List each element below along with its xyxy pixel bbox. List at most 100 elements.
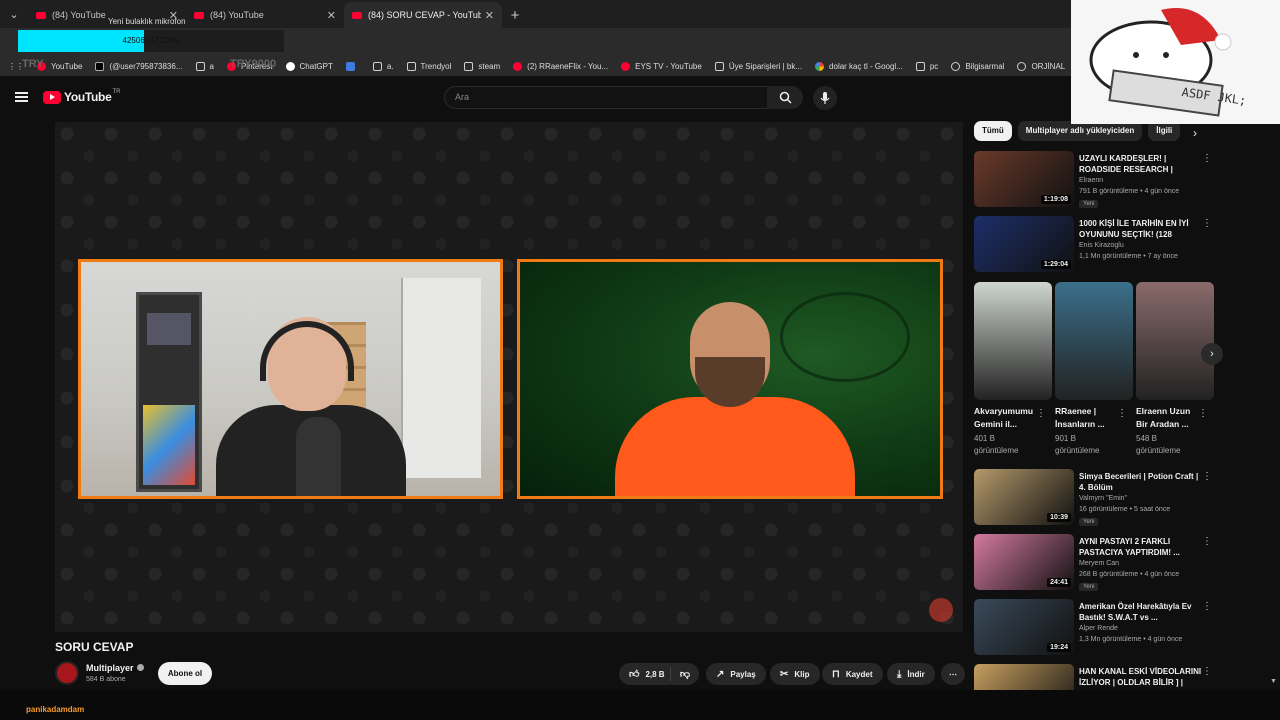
new-tab-button[interactable]: + [502, 2, 528, 28]
recommended-video[interactable]: 19:24 Amerikan Özel Harekâtıyla Ev Bastık… [974, 599, 1214, 657]
more-actions-button[interactable]: ⋯ [941, 663, 965, 685]
share-button[interactable]: ↗ Paylaş [706, 663, 766, 685]
short-item[interactable]: RRaenee | İnsanların ... 901 B görüntülem… [1055, 282, 1133, 457]
recommended-video[interactable]: 24:41 AYNI PASTAYI 2 FARKLI PASTACIYA YAP… [974, 534, 1214, 592]
more-vertical-icon[interactable]: ⋮ [1202, 666, 1212, 677]
filter-chip[interactable]: İlgili [1148, 121, 1181, 141]
bookmark-item[interactable]: a [195, 61, 214, 71]
youtube-icon [621, 61, 631, 71]
bookmark-item[interactable]: ORJİNAL [1017, 61, 1065, 71]
more-vertical-icon[interactable]: ⋮ [1202, 536, 1212, 547]
dislike-button[interactable]: 👎︎ [671, 668, 699, 680]
more-vertical-icon[interactable]: ⋮ [1202, 601, 1212, 612]
close-icon[interactable]: ✕ [485, 9, 494, 22]
video-meta: 791 B görüntüleme • 4 gün önce [1079, 188, 1180, 195]
youtube-icon [513, 61, 523, 71]
bookmark-item[interactable] [345, 61, 360, 71]
search-input[interactable]: Ara [444, 86, 768, 109]
channel-avatar[interactable] [55, 661, 79, 685]
channel-name[interactable]: Alper Rende [1079, 625, 1118, 632]
bookmark-label: (2) RRaeneFlix - You... [527, 61, 609, 71]
more-vertical-icon[interactable]: ⋮ [1198, 408, 1208, 419]
recommended-video[interactable]: 1:19:08 UZAYLI KARDEŞLER! | ROADSIDE RESE… [974, 151, 1214, 209]
bookmark-item[interactable]: a. [372, 61, 394, 71]
video-title[interactable]: AYNI PASTAYI 2 FARKLI PASTACIYA YAPTIRDI… [1079, 536, 1203, 558]
short-title[interactable]: RRaenee | İnsanların ... [1055, 405, 1119, 431]
overlay-currency-left: TRY [22, 58, 44, 70]
menu-icon[interactable] [15, 92, 28, 102]
subscribe-button[interactable]: Abone ol [158, 662, 212, 685]
save-button[interactable]: ⊓ Kaydet [822, 663, 883, 685]
shorts-next-button[interactable]: › [1201, 343, 1223, 365]
short-thumbnail[interactable] [974, 282, 1052, 400]
video-thumbnail[interactable]: 1:19:08 [974, 151, 1074, 207]
share-label: Paylaş [730, 669, 756, 679]
video-thumbnail[interactable]: 10:39 [974, 469, 1074, 525]
bookmark-icon: ⊓ [832, 668, 840, 680]
video-thumbnail[interactable]: 24:41 [974, 534, 1074, 590]
more-vertical-icon[interactable]: ⋮ [1036, 408, 1046, 419]
channel-name[interactable]: Multiplayer [86, 663, 134, 673]
more-vertical-icon[interactable]: ⋮ [1202, 153, 1212, 164]
bookmark-item[interactable]: steam [464, 61, 500, 71]
video-title[interactable]: HAN KANAL ESKİ VİDEOLARINI İZLİYOR | OLD… [1079, 666, 1203, 688]
more-vertical-icon[interactable]: ⋮ [1202, 218, 1212, 229]
short-thumbnail[interactable] [1055, 282, 1133, 400]
youtube-logo[interactable]: YouTube TR [43, 89, 120, 104]
short-item[interactable]: Akvaryumumu Gemini il... 401 B görüntülem… [974, 282, 1052, 457]
chat-username: panikadamdam [26, 705, 85, 714]
video-title[interactable]: 1000 KİŞİ İLE TARİHİN EN İYİ OYUNUNU SEÇ… [1079, 218, 1203, 240]
chevron-right-icon: › [1210, 348, 1214, 360]
short-item[interactable]: Elraenn Uzun Bir Aradan ... 548 B görüntü… [1136, 282, 1214, 457]
video-title[interactable]: Amerikan Özel Harekâtıyla Ev Bastık! S.W… [1079, 601, 1203, 623]
more-vertical-icon[interactable]: ⋮ [1202, 471, 1212, 482]
video-thumbnail[interactable]: 19:24 [974, 599, 1074, 655]
search-button[interactable] [767, 86, 803, 109]
tab-search-icon[interactable]: ⌄ [0, 0, 28, 28]
clip-label: Klip [794, 669, 810, 679]
filter-chip[interactable]: Tümü [974, 121, 1012, 141]
chevron-right-icon[interactable]: › [1193, 126, 1197, 140]
scroll-down-icon[interactable]: ▼ [1270, 678, 1277, 685]
more-vertical-icon[interactable]: ⋮ [1117, 408, 1127, 419]
short-title[interactable]: Akvaryumumu Gemini il... [974, 405, 1038, 431]
channel-name[interactable]: Valmyrn "Emin" [1079, 495, 1127, 502]
short-views: 901 B görüntüleme [1055, 434, 1100, 455]
voice-search-button[interactable] [813, 86, 837, 110]
arcade-cabinet [136, 292, 202, 492]
bookmark-item[interactable]: dolar kaç tl - Googl... [815, 61, 903, 71]
filter-chip[interactable]: Multiplayer adlı yükleyiciden [1017, 121, 1143, 141]
bookmark-item[interactable]: (2) RRaeneFlix - You... [513, 61, 609, 71]
bookmark-item[interactable]: EYS TV - YouTube [621, 61, 702, 71]
folder-icon [464, 61, 474, 71]
bookmark-item[interactable]: pc [915, 61, 939, 71]
channel-name-row[interactable]: Multiplayer [86, 663, 144, 673]
recommended-video[interactable]: 1:29:04 1000 KİŞİ İLE TARİHİN EN İYİ OYUN… [974, 216, 1214, 274]
video-player[interactable] [55, 122, 963, 632]
channel-name[interactable]: Meryem Can [1079, 560, 1119, 567]
video-title[interactable]: UZAYLI KARDEŞLER! | ROADSIDE RESEARCH | … [1079, 153, 1203, 175]
close-icon[interactable]: ✕ [327, 9, 336, 22]
browser-tab-2[interactable]: (84) YouTube ✕ [186, 2, 344, 28]
bookmark-item[interactable]: Trendyol [406, 61, 451, 71]
video-title[interactable]: Simya Becerileri | Potion Craft | 4. Böl… [1079, 471, 1203, 493]
like-button[interactable]: 👍︎ 2,8 B [619, 667, 671, 681]
bookmark-item[interactable]: Üye Siparişleri | bk... [714, 61, 803, 71]
save-label: Kaydet [845, 669, 873, 679]
browser-tab-3[interactable]: (84) SORU CEVAP - YouTube ✕ [344, 2, 502, 28]
short-thumbnail[interactable] [1136, 282, 1214, 400]
channel-name[interactable]: Elraenn [1079, 177, 1103, 184]
short-title[interactable]: Elraenn Uzun Bir Aradan ... [1136, 405, 1200, 431]
download-button[interactable]: ⤓ İndir [887, 663, 935, 685]
bookmark-label: Üye Siparişleri | bk... [728, 61, 803, 71]
recommended-video[interactable]: 10:39 Simya Becerileri | Potion Craft | 4… [974, 469, 1214, 527]
video-thumbnail[interactable]: 1:29:04 [974, 216, 1074, 272]
clip-button[interactable]: ✂ Klip [770, 663, 820, 685]
video-meta: 268 B görüntüleme • 4 gün önce [1079, 571, 1180, 578]
shorts-shelf: Akvaryumumu Gemini il... 401 B görüntülem… [974, 282, 1214, 462]
bookmark-item[interactable]: Bilgisarmal [951, 61, 1004, 71]
bookmark-label: pc [929, 61, 939, 71]
channel-name[interactable]: Enis Kirazoglu [1079, 242, 1124, 249]
bookmark-item[interactable]: ChatGPT [285, 61, 333, 71]
bookmark-item[interactable]: (@user795873836... [95, 61, 183, 71]
